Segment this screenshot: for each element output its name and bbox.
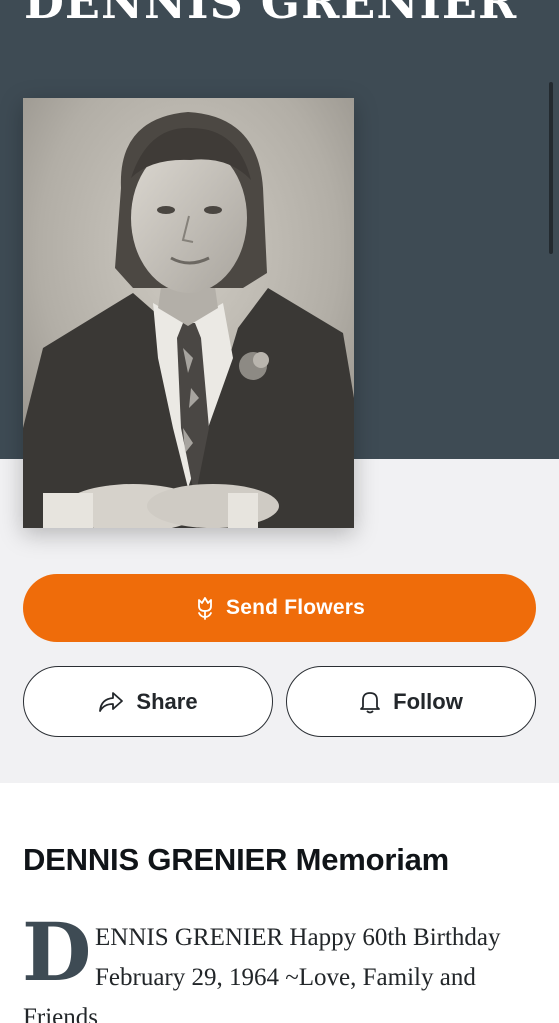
- send-flowers-label: Send Flowers: [226, 596, 365, 619]
- page-title: DENNIS GRENIER: [24, 0, 518, 29]
- memoriam-title: DENNIS GRENIER Memoriam: [23, 842, 450, 877]
- portrait-image: [23, 98, 354, 528]
- share-label: Share: [136, 688, 198, 714]
- portrait-photo: [23, 98, 354, 528]
- send-flowers-button[interactable]: Send Flowers: [23, 574, 536, 642]
- memoriam-text-line: February 29, 1964 ~Love, Family and: [95, 964, 476, 991]
- follow-label: Follow: [393, 688, 463, 714]
- memoriam-text-line: ENNIS GRENIER Happy 60th Birthday: [95, 924, 501, 951]
- bell-icon: [359, 690, 381, 714]
- scrollbar-thumb[interactable]: [549, 82, 553, 254]
- follow-button[interactable]: Follow: [286, 666, 536, 737]
- memoriam-text-line: Friends: [23, 1004, 98, 1023]
- obituary-page: DENNIS GRENIER Send Flowers Share Follow…: [0, 0, 559, 1023]
- share-arrow-icon: [98, 691, 124, 713]
- drop-cap: D: [22, 905, 92, 999]
- tulip-icon: [194, 596, 216, 620]
- share-button[interactable]: Share: [23, 666, 273, 737]
